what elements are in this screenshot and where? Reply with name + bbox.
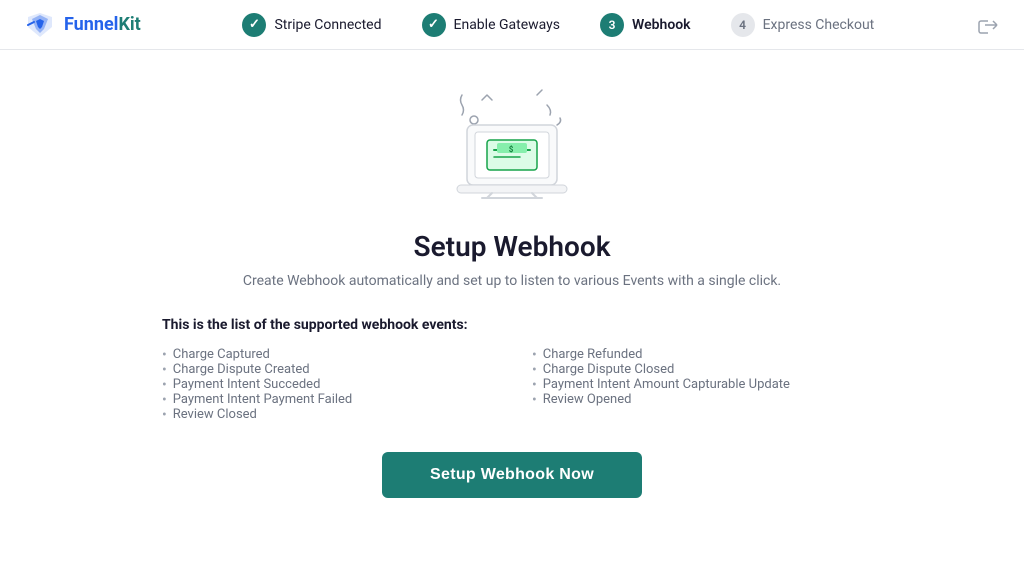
step-3-circle: 3 (600, 13, 624, 37)
list-item: • Payment Intent Succeded (162, 377, 492, 392)
page-title: Setup Webhook (414, 230, 611, 263)
setup-webhook-button[interactable]: Setup Webhook Now (382, 452, 642, 498)
steps-nav: ✓ Stripe Connected ✓ Enable Gateways 3 W… (222, 0, 894, 50)
step-2-circle: ✓ (422, 13, 446, 37)
bullet-icon: • (162, 348, 167, 362)
step-stripe-connected: ✓ Stripe Connected (222, 0, 401, 50)
list-item: • Review Closed (162, 407, 492, 422)
step-4-circle: 4 (731, 13, 755, 37)
header: FunnelKit ✓ Stripe Connected ✓ Enable Ga… (0, 0, 1024, 50)
bullet-icon: • (532, 348, 537, 362)
bullet-icon: • (162, 393, 167, 407)
list-item: • Payment Intent Payment Failed (162, 392, 492, 407)
step-enable-gateways: ✓ Enable Gateways (402, 0, 581, 50)
bullet-icon: • (162, 363, 167, 377)
list-item: • Payment Intent Amount Capturable Updat… (532, 377, 862, 392)
page-subtitle: Create Webhook automatically and set up … (243, 273, 781, 289)
logo-icon (24, 9, 56, 41)
bullet-icon: • (162, 408, 167, 422)
bullet-icon: • (532, 363, 537, 377)
step-2-label: Enable Gateways (454, 17, 561, 33)
step-express-checkout: 4 Express Checkout (711, 0, 895, 50)
webhook-illustration: $ (432, 80, 592, 210)
list-item: • Review Opened (532, 392, 862, 407)
svg-text:$: $ (509, 145, 514, 154)
step-3-label: Webhook (632, 17, 691, 33)
bullet-icon: • (532, 393, 537, 407)
events-col1: • Charge Captured • Charge Dispute Creat… (162, 347, 492, 422)
bullet-icon: • (162, 378, 167, 392)
list-item: • Charge Captured (162, 347, 492, 362)
step-1-label: Stripe Connected (274, 17, 381, 33)
events-grid: • Charge Captured • Charge Dispute Creat… (162, 347, 862, 422)
events-col2: • Charge Refunded • Charge Dispute Close… (532, 347, 862, 422)
events-title: This is the list of the supported webhoo… (162, 317, 862, 333)
list-item: • Charge Dispute Closed (532, 362, 862, 377)
list-item: • Charge Dispute Created (162, 362, 492, 377)
step-1-circle: ✓ (242, 13, 266, 37)
logo: FunnelKit (24, 9, 141, 41)
main-content: $ Setup Webhook Create Webhook automatic… (0, 50, 1024, 538)
bullet-icon: • (532, 378, 537, 392)
events-container: This is the list of the supported webhoo… (162, 317, 862, 422)
list-item: • Charge Refunded (532, 347, 862, 362)
step-webhook: 3 Webhook (580, 0, 711, 50)
logo-text: FunnelKit (64, 14, 141, 35)
step-4-label: Express Checkout (763, 17, 875, 33)
exit-icon[interactable] (976, 13, 1000, 37)
